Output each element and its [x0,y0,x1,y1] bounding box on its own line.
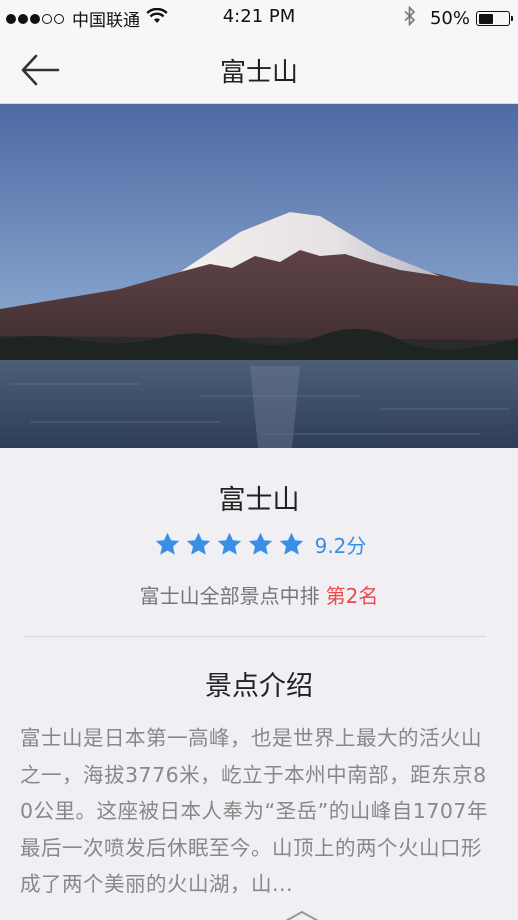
hero-image [0,104,518,448]
status-bar: 中国联通 4:21 PM 50% [0,0,518,36]
intro-text[interactable]: 富士山是日本第一高峰，也是世界上最大的活火山之一，海拔3776米，屹立于本州中南… [20,720,500,903]
back-button[interactable] [18,50,62,90]
star-icon [248,532,272,555]
nav-bar: 富士山 [0,36,518,104]
divider [24,636,486,637]
rating-row: 9.2分 [0,530,518,559]
star-icon [155,532,179,555]
chevron-down-icon[interactable] [282,910,322,920]
star-icon [186,532,210,555]
status-right: 50% [404,5,513,31]
rank-value: 第2名 [325,584,379,608]
rating-stars [152,531,307,558]
star-icon [217,532,241,555]
arrow-left-icon [21,54,60,86]
rank-row: 富士山全部景点中排 第2名 [0,580,518,609]
battery-fill [478,13,493,24]
rating-score: 9.2分 [314,534,367,558]
star-icon [279,532,303,555]
intro-title: 景点介绍 [205,671,313,702]
bluetooth-icon [404,5,416,31]
rank-label: 富士山全部景点中排 [139,584,320,608]
page-title: 富士山 [219,58,298,88]
battery-percent: 50% [429,8,470,29]
battery-icon [476,11,513,26]
spot-name: 富士山 [218,485,300,516]
